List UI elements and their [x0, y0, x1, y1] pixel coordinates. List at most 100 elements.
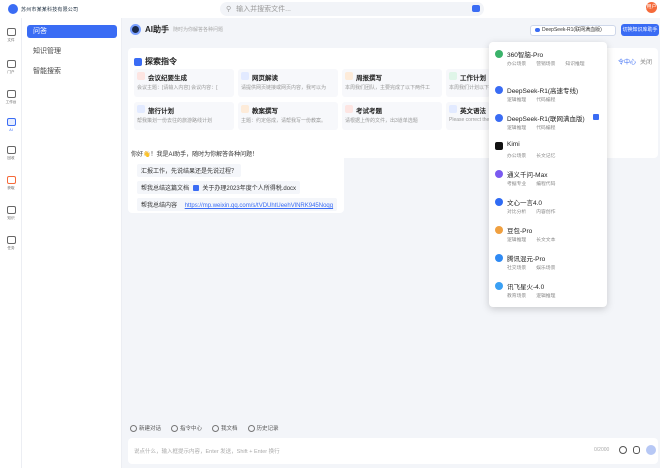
download-icon: [6, 176, 16, 184]
model-option[interactable]: 360智脑-Pro 办公场景 营销场景 知识推理: [493, 46, 603, 72]
close-link[interactable]: 关闭: [640, 60, 652, 66]
portal-icon: [6, 60, 16, 68]
model-name: 豆包-Pro: [507, 228, 533, 235]
model-tag: 逻辑推理: [507, 238, 527, 243]
exam-icon: [345, 105, 353, 113]
rail-label: 文件: [7, 37, 15, 42]
ernie-icon: [495, 198, 503, 206]
my-docs-button[interactable]: 我文档: [212, 424, 238, 432]
model-tag: 长文记忆: [536, 154, 556, 159]
rail-item-download[interactable]: 获取: [0, 176, 22, 191]
command-card[interactable]: 英文语法 Please correct the grammar: [446, 102, 490, 130]
card-desc: 帮我策划一份去往的旅游路线计划: [137, 118, 213, 124]
command-center-link[interactable]: 令中心: [618, 60, 636, 66]
logo-text: 苏州市某某科技有限公司: [21, 6, 79, 13]
card-title: 英文语法: [460, 108, 486, 115]
globe-icon[interactable]: [619, 446, 627, 454]
ai-header: AI助手 随时为你解答各种问题: [130, 24, 223, 35]
model-tags: 对比分析 内容创作: [507, 208, 555, 215]
avatar[interactable]: 用户: [646, 2, 657, 13]
model-option[interactable]: 腾讯混元-Pro 社交场景 娱乐场景: [493, 250, 603, 276]
model-tags: 办公场景 长文记忆: [507, 152, 555, 159]
search-bar[interactable]: ⚲ 输入并搜索文件...: [220, 2, 484, 16]
greeting-text: 你好👋！我是AI助手，随时为你解答各种问题！: [131, 152, 259, 158]
chat-welcome: 你好👋！我是AI助手，随时为你解答各种问题！ 汇报工作，先说结果还是先说过程？ …: [128, 145, 344, 213]
suggestion-file: 关于办理2023年度个人所得税.docx: [202, 186, 297, 192]
rail-item-recycle[interactable]: 回收: [0, 146, 22, 161]
sidebar-item-smart-search[interactable]: 智能搜索: [27, 65, 117, 78]
model-name: 腾讯混元-Pro: [507, 256, 546, 263]
model-tags: 办公场景 营销场景 知识推理: [507, 60, 585, 67]
model-name: DeepSeek-R1(联网满血版): [507, 116, 585, 123]
command-card[interactable]: 周报撰写 本周我们团队，主要完成了以下两件工: [342, 69, 442, 97]
card-title: 会议纪要生成: [148, 75, 187, 82]
model-tag: 社交场景: [507, 266, 527, 271]
model-tag: 长文文本: [536, 238, 556, 243]
app-logo[interactable]: 苏州市某某科技有限公司: [8, 4, 78, 14]
history-button[interactable]: 历史记录: [248, 424, 279, 432]
search-input[interactable]: 输入并搜索文件...: [236, 4, 291, 14]
switch-kb-button[interactable]: 切换知识库助手: [621, 24, 659, 36]
rail-item-workbench[interactable]: 工作台: [0, 90, 22, 105]
command-card[interactable]: 教案撰写 主题：约定俗成，请帮我写一份教案。: [238, 102, 338, 130]
search-icon: ⚲: [226, 6, 232, 13]
model-option[interactable]: 豆包-Pro 逻辑推理 长文文本: [493, 222, 603, 248]
kimi-icon: [495, 142, 503, 150]
new-chat-button[interactable]: 新建对话: [130, 424, 161, 432]
command-card[interactable]: 旅行计划 帮我策划一份去往的旅游路线计划: [134, 102, 234, 130]
chat-input[interactable]: 说点什么，输入框提示内容，Enter 发送，Shift + Enter 换行: [134, 447, 280, 455]
knowledge-icon: [6, 206, 16, 214]
model-tag: 代码编程: [536, 126, 556, 131]
qwen-icon: [495, 170, 503, 178]
model-tag: 对比分析: [507, 210, 527, 215]
model-tag: 知识推理: [565, 62, 585, 67]
ai-icon: [6, 118, 16, 126]
card-desc: 本周我们计划以下工作: [449, 85, 489, 91]
command-card[interactable]: 工作计划 本周我们计划以下工作: [446, 69, 490, 97]
model-option[interactable]: 讯飞星火-4.0 教育场景 逻辑推理: [493, 278, 603, 304]
send-button[interactable]: [646, 445, 656, 455]
card-desc: 请提供网页链接或网页内容，我可以为: [241, 85, 327, 91]
sidebar-item-qa[interactable]: 问答: [27, 25, 117, 38]
model-tags: 考据专业 编程代码: [507, 180, 555, 187]
model-option-selected[interactable]: DeepSeek-R1(联网满血版) 逻辑推理 代码编程: [493, 110, 603, 136]
model-option[interactable]: 文心一言4.0 对比分析 内容创作: [493, 194, 603, 220]
model-tags: 逻辑推理 代码编程: [507, 124, 555, 131]
chat-input-box[interactable]: 说点什么，输入框提示内容，Enter 发送，Shift + Enter 换行 0…: [128, 438, 658, 464]
explore-icon: [134, 57, 142, 66]
suggestion-item[interactable]: 帮我总结内容 https://mp.weixin.qq.com/s/tVDUht…: [137, 198, 338, 211]
suggestion-item[interactable]: 帮我总结这篇文档 关于办理2023年度个人所得税.docx: [137, 181, 301, 194]
card-desc: 本周我们团队，主要完成了以下两件工: [345, 85, 431, 91]
lesson-icon: [241, 105, 249, 113]
rail-item-portal[interactable]: 门户: [0, 60, 22, 75]
suggestion-item[interactable]: 汇报工作，先说结果还是先说过程？: [137, 164, 242, 177]
command-card[interactable]: 考试考题 请根据上传的文件，出3道单选题: [342, 102, 442, 130]
model-name: DeepSeek-R1(高速专线): [507, 88, 579, 95]
model-tag: 逻辑推理: [507, 126, 527, 131]
rail-item-ai[interactable]: AI: [0, 118, 22, 132]
sidebar-item-knowledge[interactable]: 知识管理: [27, 45, 117, 58]
image-search-icon[interactable]: [472, 5, 480, 12]
model-select[interactable]: DeepSeek-R1(联网满血版): [530, 25, 616, 36]
rail-label: 知识: [7, 215, 15, 220]
folder-icon: [6, 28, 16, 36]
report-icon: [345, 72, 353, 80]
model-tags: 教育场景 逻辑推理: [507, 292, 555, 299]
card-desc: 主题：约定俗成，请帮我写一份教案。: [241, 118, 327, 124]
model-name: 通义千问-Max: [507, 172, 548, 179]
model-option[interactable]: Kimi 办公场景 长文记忆: [493, 138, 603, 164]
model-option[interactable]: DeepSeek-R1(高速专线) 逻辑推理 代码编程: [493, 82, 603, 108]
model-name: 讯飞星火-4.0: [507, 284, 545, 291]
rail-item-knowledge[interactable]: 知识: [0, 206, 22, 221]
command-center-button[interactable]: 指令中心: [171, 424, 202, 432]
suggestion-link[interactable]: https://mp.weixin.qq.com/s/tVDUhtUeehVlN…: [185, 203, 333, 209]
command-card[interactable]: 会议纪要生成 会议主题：[请输入内容] 会议内容：[: [134, 69, 234, 97]
model-option[interactable]: 通义千问-Max 考据专业 编程代码: [493, 166, 603, 192]
attach-icon[interactable]: [633, 446, 640, 454]
model-name: 360智脑-Pro: [507, 52, 544, 59]
rail-item-files[interactable]: 文件: [0, 28, 22, 43]
page-title: AI助手: [145, 25, 169, 34]
plan-icon: [449, 72, 457, 80]
command-card[interactable]: 网页解读 请提供网页链接或网页内容，我可以为: [238, 69, 338, 97]
rail-item-task[interactable]: 任务: [0, 236, 22, 251]
